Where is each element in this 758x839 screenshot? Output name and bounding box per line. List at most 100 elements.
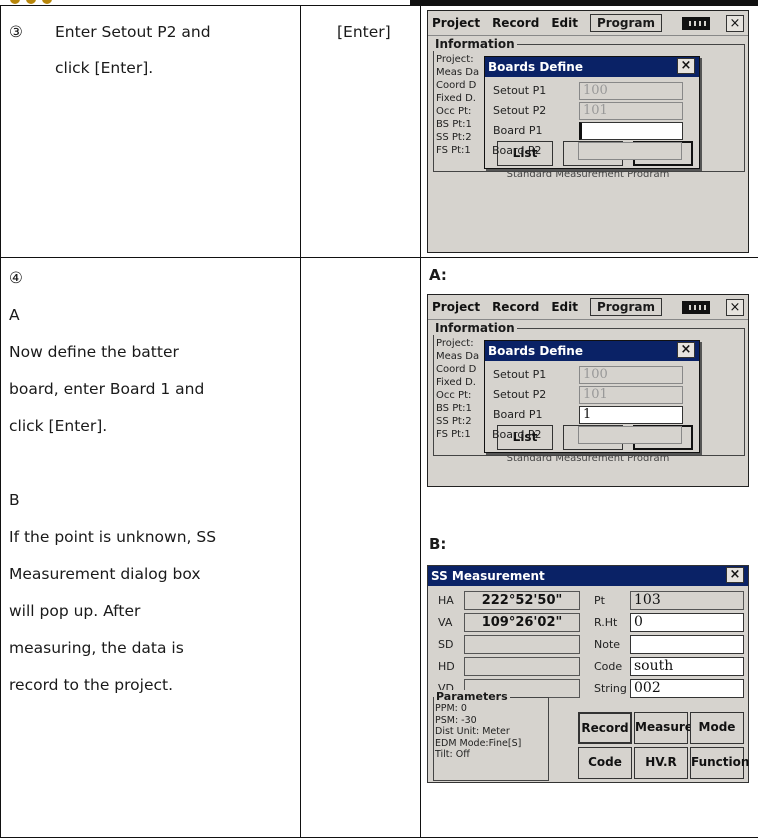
information-list: Project: Meas Da Coord D Fixed D. Occ Pt… bbox=[436, 337, 482, 441]
board-p1-row: Board P1 1 bbox=[493, 406, 693, 424]
setout-p1-label: Setout P1 bbox=[493, 84, 547, 97]
information-title: Information bbox=[433, 321, 517, 335]
code-input[interactable]: south bbox=[630, 657, 744, 676]
info-item: Coord D bbox=[436, 80, 477, 91]
menu-program[interactable]: Program bbox=[589, 298, 663, 316]
info-item: BS Pt:1 bbox=[436, 403, 472, 414]
step4-number: ④ bbox=[9, 269, 23, 287]
label-b: B: bbox=[429, 535, 447, 553]
close-icon[interactable]: × bbox=[726, 15, 744, 32]
info-item: Meas Da bbox=[436, 351, 480, 362]
string-input[interactable]: 002 bbox=[630, 679, 744, 698]
info-item: SS Pt:2 bbox=[436, 416, 472, 427]
note-label: Note bbox=[594, 638, 621, 651]
param-item: PPM: 0 bbox=[435, 703, 467, 714]
menu-project[interactable]: Project bbox=[432, 300, 480, 314]
menu-project[interactable]: Project bbox=[432, 16, 480, 30]
board-p2-row: Board P2 bbox=[492, 142, 692, 160]
dialog-title: Boards Define bbox=[488, 60, 583, 74]
info-item: Occ Pt: bbox=[436, 390, 472, 401]
note-input[interactable] bbox=[630, 635, 744, 654]
pt-input[interactable]: 103 bbox=[630, 591, 744, 610]
info-item: Occ Pt: bbox=[436, 106, 472, 117]
step4-a-title: A bbox=[9, 306, 20, 324]
sd-value bbox=[464, 635, 580, 654]
step3-row: ③ Enter Setout P2 and click [Enter]. [Ent… bbox=[0, 5, 758, 258]
battery-icon bbox=[682, 17, 710, 30]
hvr-button[interactable]: HV.R bbox=[634, 747, 688, 779]
step4-b-line: Measurement dialog box bbox=[9, 565, 201, 583]
close-icon[interactable]: × bbox=[726, 299, 744, 316]
information-list: Project: Meas Da Coord D Fixed D. Occ Pt… bbox=[436, 53, 482, 157]
param-item: EDM Mode:Fine[S] bbox=[435, 737, 522, 749]
ss-close-icon[interactable]: × bbox=[726, 567, 744, 583]
mode-button[interactable]: Mode bbox=[690, 712, 744, 744]
menu-record[interactable]: Record bbox=[492, 16, 539, 30]
step3-text-line2: click [Enter]. bbox=[55, 59, 154, 77]
board-p1-input[interactable] bbox=[579, 122, 683, 140]
step3-number: ③ bbox=[9, 23, 23, 41]
step4-a-line: click [Enter]. bbox=[9, 417, 108, 435]
step4-a-line: board, enter Board 1 and bbox=[9, 380, 205, 398]
information-title: Information bbox=[433, 37, 517, 51]
step3-key: [Enter] bbox=[337, 23, 391, 41]
info-item: Coord D bbox=[436, 364, 477, 375]
info-item: Project: bbox=[436, 54, 474, 65]
step4-b-line: If the point is unknown, SS bbox=[9, 528, 217, 546]
setout-p2-label: Setout P2 bbox=[493, 388, 547, 401]
info-item: SS Pt:2 bbox=[436, 132, 472, 143]
step4-screen-cell: A: Project Record Edit Program × Informa… bbox=[420, 257, 758, 838]
va-value: 109°26'02" bbox=[464, 613, 580, 632]
step3-key-cell: [Enter] bbox=[300, 5, 421, 258]
pt-label: Pt bbox=[594, 594, 605, 607]
menu-program[interactable]: Program bbox=[589, 14, 663, 32]
header-mark-3 bbox=[42, 0, 52, 4]
parameters-list: PPM: 0 PSM: -30 Dist Unit: Meter EDM Mod… bbox=[435, 703, 521, 761]
setout-p2-field: 101 bbox=[579, 102, 683, 120]
measure-button[interactable]: Measure bbox=[634, 712, 693, 744]
board-p2-label: Board P2 bbox=[492, 428, 542, 441]
dialog-titlebar: Boards Define × bbox=[485, 57, 699, 77]
record-button[interactable]: Record bbox=[578, 712, 632, 744]
header-mark-1 bbox=[10, 0, 20, 4]
step4-key-cell bbox=[300, 257, 421, 838]
board-p1-input[interactable]: 1 bbox=[579, 406, 683, 424]
ha-value: 222°52'50" bbox=[464, 591, 580, 610]
rht-label: R.Ht bbox=[594, 616, 618, 629]
param-item: Tilt: Off bbox=[435, 749, 470, 760]
info-item: Fixed D. bbox=[436, 93, 476, 104]
setout-p1-row: Setout P1 100 bbox=[493, 366, 693, 384]
screen-boards-define-2: Project Record Edit Program × Informatio… bbox=[427, 294, 749, 487]
menu-record[interactable]: Record bbox=[492, 300, 539, 314]
board-p2-field[interactable] bbox=[578, 426, 682, 444]
label-a: A: bbox=[429, 266, 447, 284]
ha-label: HA bbox=[438, 594, 454, 607]
setout-p2-row: Setout P2 101 bbox=[493, 102, 693, 120]
board-p1-row: Board P1 bbox=[493, 122, 693, 140]
setout-p1-field: 100 bbox=[579, 82, 683, 100]
rht-input[interactable]: 0 bbox=[630, 613, 744, 632]
info-item: BS Pt:1 bbox=[436, 119, 472, 130]
function-button[interactable]: Function bbox=[690, 747, 749, 779]
step4-b-title: B bbox=[9, 491, 20, 509]
board-p2-field[interactable] bbox=[578, 142, 682, 160]
ss-title: SS Measurement bbox=[431, 569, 545, 583]
step3-text-line1: Enter Setout P2 and bbox=[55, 23, 211, 41]
step4-b-line: record to the project. bbox=[9, 676, 174, 694]
menu-edit[interactable]: Edit bbox=[551, 300, 578, 314]
info-item: Fixed D. bbox=[436, 377, 476, 388]
code-button[interactable]: Code bbox=[578, 747, 632, 779]
setout-p2-label: Setout P2 bbox=[493, 104, 547, 117]
dialog-close-icon[interactable]: × bbox=[677, 342, 695, 358]
step4-b-line: will pop up. After bbox=[9, 602, 141, 620]
board-p2-label: Board P2 bbox=[492, 144, 542, 157]
code-label: Code bbox=[594, 660, 623, 673]
step3-screen-cell: Project Record Edit Program × Informatio… bbox=[420, 5, 758, 258]
info-item: Project: bbox=[436, 338, 474, 349]
screen-boards-define-1: Project Record Edit Program × Informatio… bbox=[427, 10, 749, 253]
ss-titlebar: SS Measurement × bbox=[428, 566, 748, 586]
setout-p1-label: Setout P1 bbox=[493, 368, 547, 381]
dialog-close-icon[interactable]: × bbox=[677, 58, 695, 74]
board-p2-row: Board P2 bbox=[492, 426, 692, 444]
menu-edit[interactable]: Edit bbox=[551, 16, 578, 30]
